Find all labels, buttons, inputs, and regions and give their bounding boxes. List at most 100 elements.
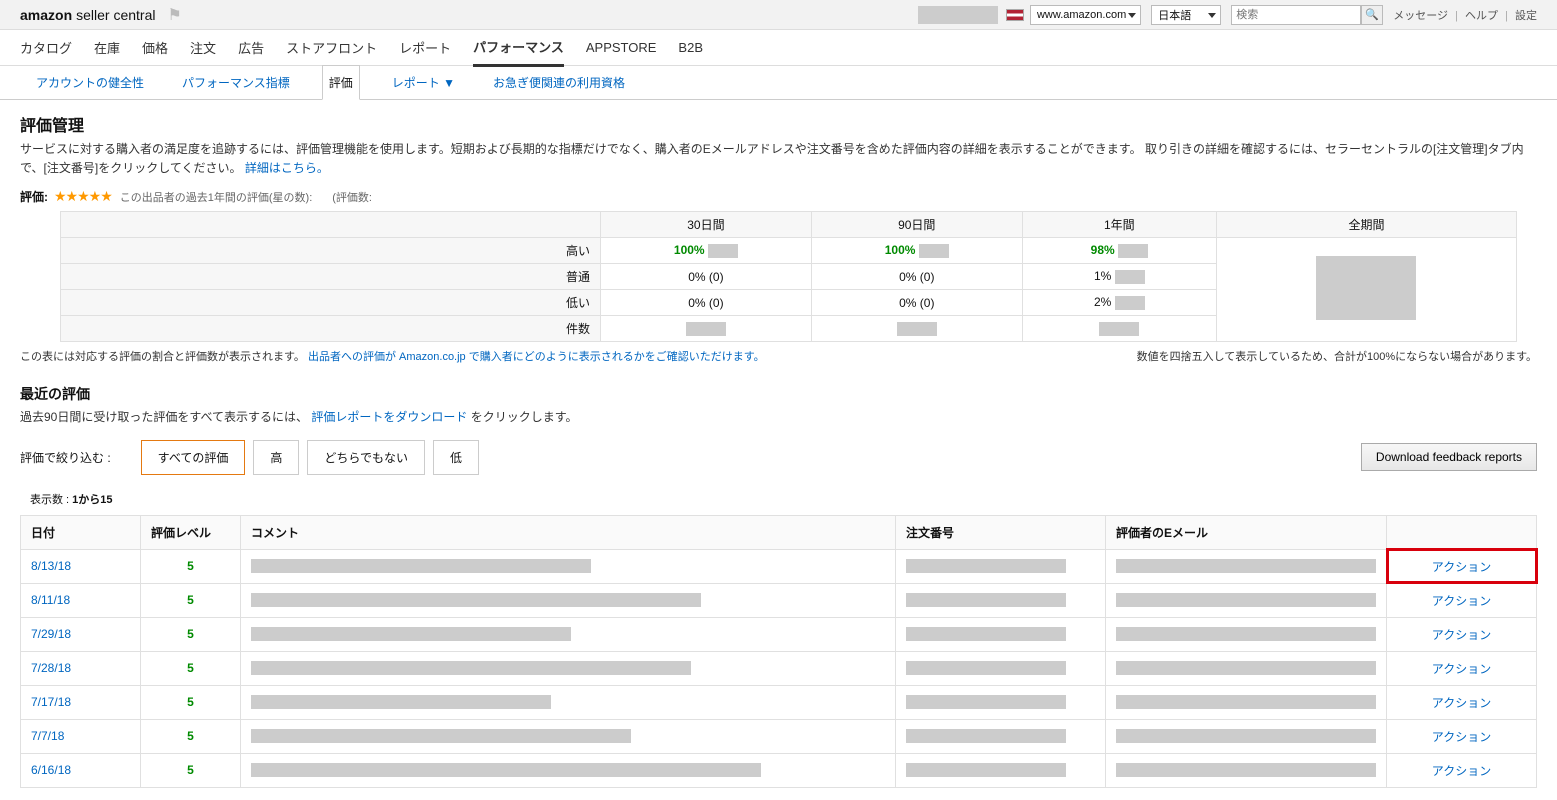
feedback-level: 5 bbox=[141, 651, 241, 685]
filter-button[interactable]: 低 bbox=[433, 440, 479, 475]
feedback-order bbox=[896, 549, 1106, 583]
feedback-level: 5 bbox=[141, 753, 241, 787]
feedback-email bbox=[1106, 583, 1387, 617]
feedback-action-cell: アクション bbox=[1387, 549, 1537, 583]
summary-cell bbox=[601, 316, 812, 342]
action-link[interactable]: アクション bbox=[1432, 764, 1491, 778]
recent-feedback-descr: 過去90日間に受け取った評価をすべて表示するには、 評価レポートをダウンロード … bbox=[20, 408, 1537, 427]
footnote-link-b: Amazon.co.jp で購入者にどのように表示されるかをご確認いただけます。 bbox=[399, 351, 765, 363]
summary-cell: 100% bbox=[601, 238, 812, 264]
settings-link[interactable]: 設定 bbox=[1515, 10, 1537, 22]
table-row: 7/28/18 5 アクション bbox=[21, 651, 1537, 685]
marketplace-select-value: www.amazon.com bbox=[1037, 9, 1126, 21]
summary-table: 30日間90日間1年間全期間高い100% 100% 98% 普通0% (0)0%… bbox=[60, 211, 1517, 342]
download-report-link[interactable]: 評価レポートをダウンロード bbox=[311, 410, 467, 424]
feedback-action-cell: アクション bbox=[1387, 753, 1537, 787]
date-link[interactable]: 7/17/18 bbox=[31, 695, 71, 709]
language-select[interactable]: 日本語 bbox=[1151, 5, 1221, 25]
feedback-action-cell: アクション bbox=[1387, 583, 1537, 617]
logo[interactable]: amazon seller central bbox=[20, 7, 156, 23]
filter-button[interactable]: 高 bbox=[253, 440, 299, 475]
account-redacted bbox=[918, 6, 998, 24]
nav-item[interactable]: カタログ bbox=[20, 30, 72, 65]
nav-item[interactable]: 広告 bbox=[238, 30, 264, 65]
feedback-date: 8/13/18 bbox=[21, 549, 141, 583]
help-link[interactable]: ヘルプ bbox=[1465, 10, 1498, 22]
date-link[interactable]: 6/16/18 bbox=[31, 763, 71, 777]
search-box: 🔍 bbox=[1231, 5, 1383, 25]
feedback-comment bbox=[241, 651, 896, 685]
page-title: 評価管理 bbox=[20, 112, 1537, 136]
feedback-action-cell: アクション bbox=[1387, 685, 1537, 719]
feedback-col-header: コメント bbox=[241, 515, 896, 549]
marketplace-select[interactable]: www.amazon.com bbox=[1030, 5, 1141, 25]
nav-item[interactable]: APPSTORE bbox=[586, 32, 657, 63]
messages-link[interactable]: メッセージ bbox=[1393, 10, 1448, 22]
action-link[interactable]: アクション bbox=[1432, 696, 1491, 710]
table-row: 8/13/18 5 アクション bbox=[21, 549, 1537, 583]
action-link[interactable]: アクション bbox=[1432, 662, 1491, 676]
filter-button[interactable]: すべての評価 bbox=[141, 440, 246, 475]
action-link[interactable]: アクション bbox=[1432, 730, 1491, 744]
action-link[interactable]: アクション bbox=[1432, 594, 1491, 608]
details-link[interactable]: 詳細はこちら。 bbox=[245, 161, 329, 175]
summary-cell: 0% (0) bbox=[601, 290, 812, 316]
display-count: 表示数 : 1から15 bbox=[30, 491, 1537, 507]
nav-item[interactable]: パフォーマンス bbox=[473, 29, 564, 67]
table-row: 6/16/18 5 アクション bbox=[21, 753, 1537, 787]
feedback-email bbox=[1106, 549, 1387, 583]
date-link[interactable]: 8/13/18 bbox=[31, 559, 71, 573]
summary-cell bbox=[811, 316, 1022, 342]
main-nav: カタログ在庫価格注文広告ストアフロントレポートパフォーマンス APPSTORE B2… bbox=[0, 30, 1557, 66]
nav-item[interactable]: 在庫 bbox=[94, 30, 120, 65]
filter-button[interactable]: どちらでもない bbox=[307, 440, 425, 475]
feedback-comment bbox=[241, 753, 896, 787]
subnav-tab[interactable]: 評価 bbox=[322, 65, 360, 100]
star-icon: ★★★★★ bbox=[54, 188, 112, 205]
recent-descr-a: 過去90日間に受け取った評価をすべて表示するには、 bbox=[20, 410, 308, 424]
date-link[interactable]: 7/29/18 bbox=[31, 627, 71, 641]
feedback-level: 5 bbox=[141, 549, 241, 583]
feedback-level: 5 bbox=[141, 719, 241, 753]
nav-item[interactable]: 価格 bbox=[142, 30, 168, 65]
date-link[interactable]: 7/7/18 bbox=[31, 729, 64, 743]
footnote-right-text: 数値を四捨五入して表示しているため、合計が100%にならない場合があります。 bbox=[1137, 348, 1537, 364]
feedback-order bbox=[896, 685, 1106, 719]
subnav-tab[interactable]: アカウントの健全性 bbox=[30, 66, 150, 99]
search-input[interactable] bbox=[1231, 5, 1361, 25]
feedback-date: 7/28/18 bbox=[21, 651, 141, 685]
subnav-tab[interactable]: レポート ▼ bbox=[386, 66, 461, 99]
feedback-comment bbox=[241, 583, 896, 617]
nav-item[interactable]: ストアフロント bbox=[286, 30, 377, 65]
download-feedback-reports-button[interactable]: Download feedback reports bbox=[1361, 443, 1537, 471]
action-link[interactable]: アクション bbox=[1432, 560, 1491, 574]
date-link[interactable]: 8/11/18 bbox=[31, 593, 70, 607]
summary-row-label: 高い bbox=[61, 238, 601, 264]
date-link[interactable]: 7/28/18 bbox=[31, 661, 71, 675]
feedback-email bbox=[1106, 651, 1387, 685]
count-label-b: 1から15 bbox=[72, 494, 112, 506]
summary-row-label: 件数 bbox=[61, 316, 601, 342]
nav-item[interactable]: レポート bbox=[399, 30, 451, 65]
summary-col-header: 全期間 bbox=[1216, 212, 1516, 238]
feedback-action-cell: アクション bbox=[1387, 617, 1537, 651]
footnote-left-text: この表には対応する評価の割合と評価数が表示されます。 bbox=[20, 351, 305, 363]
summary-footnote: この表には対応する評価の割合と評価数が表示されます。 出品者への評価が Amaz… bbox=[20, 348, 1537, 364]
nav-item[interactable]: 注文 bbox=[190, 30, 216, 65]
feedback-date: 8/11/18 bbox=[21, 583, 141, 617]
subnav-tab[interactable]: お急ぎ便関連の利用資格 bbox=[487, 66, 631, 99]
filter-label: 評価で絞り込む : bbox=[20, 449, 111, 466]
feedback-order bbox=[896, 583, 1106, 617]
action-link[interactable]: アクション bbox=[1432, 628, 1491, 642]
feedback-table: 日付評価レベルコメント注文番号評価者のEメール8/13/185アクション8/11… bbox=[20, 515, 1537, 788]
us-flag-icon bbox=[1006, 9, 1024, 21]
recent-feedback-title: 最近の評価 bbox=[20, 384, 1537, 404]
nav-item[interactable]: B2B bbox=[678, 32, 703, 63]
seller-feedback-link[interactable]: 出品者への評価が Amazon.co.jp で購入者にどのように表示されるかをご… bbox=[308, 351, 765, 363]
count-label-a: 表示数 : bbox=[30, 494, 72, 506]
subnav-tab[interactable]: パフォーマンス指標 bbox=[176, 66, 296, 99]
search-button[interactable]: 🔍 bbox=[1361, 5, 1383, 25]
summary-col-header: 1年間 bbox=[1022, 212, 1216, 238]
feedback-order bbox=[896, 753, 1106, 787]
summary-cell: 0% (0) bbox=[601, 264, 812, 290]
